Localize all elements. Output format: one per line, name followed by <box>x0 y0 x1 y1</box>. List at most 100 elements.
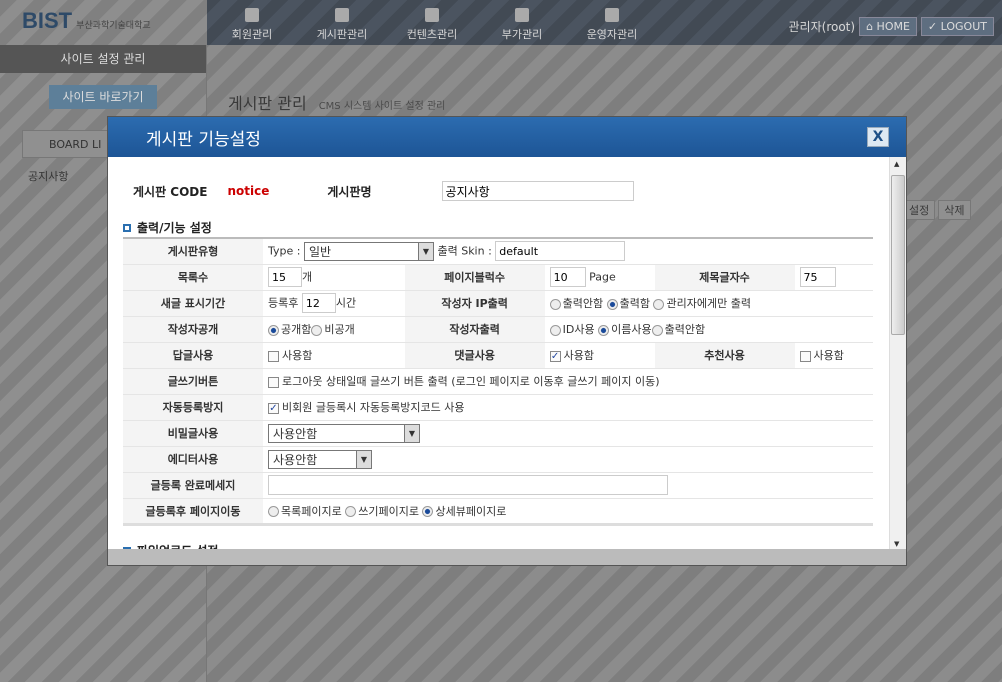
radio-label: 목록페이지로 <box>281 504 342 518</box>
editor-select[interactable]: 사용안함 ▼ <box>268 449 372 469</box>
checkbox-checked[interactable]: ✓ <box>549 350 561 362</box>
row-label: 댓글사용 <box>404 342 545 369</box>
modal-title: 게시판 기능설정 <box>146 130 261 150</box>
subject-length-input[interactable] <box>799 267 836 287</box>
row-label: 에디터사용 <box>123 446 263 473</box>
table-row: 글쓰기버튼 로그아웃 상태일때 글쓰기 버튼 출력 (로그인 페이지로 이동후 … <box>123 368 873 395</box>
code-value: notice <box>227 184 270 198</box>
unit: Page <box>589 270 616 284</box>
row-value: ✓ 사용함 <box>544 342 655 369</box>
chevron-down-icon: ▼ <box>417 243 433 261</box>
logout-label: LOGOUT <box>940 20 987 33</box>
secret-select[interactable]: 사용안함 ▼ <box>268 423 420 443</box>
board-list-item[interactable]: 공지사항 <box>28 168 68 184</box>
row-label: 페이지블럭수 <box>404 264 545 291</box>
user-name: 관리자(root) <box>788 20 856 34</box>
new-period-input[interactable] <box>301 293 336 313</box>
scrollbar[interactable]: ▲ ▼ <box>889 157 906 551</box>
select-value: 사용안함 <box>273 426 318 441</box>
logo-text: BIST <box>22 8 73 33</box>
chevron-down-icon: ▼ <box>404 424 419 442</box>
page-title-text: 게시판 관리 <box>228 94 307 113</box>
radio[interactable] <box>268 324 279 336</box>
row-label: 답글사용 <box>123 342 263 369</box>
radio[interactable] <box>311 324 323 336</box>
radio-label: 공개함 <box>281 323 312 336</box>
row-value: 사용함 <box>263 342 405 369</box>
table-row: 답글사용 사용함 댓글사용 ✓ 사용함 추천사용 사용함 <box>123 342 873 369</box>
row-actions: 설정 삭제 <box>903 200 971 220</box>
board-code-row: 게시판 CODE notice 게시판명 <box>133 181 634 201</box>
nav-label: 운영자관리 <box>586 28 638 41</box>
close-button[interactable]: X <box>867 127 889 147</box>
scroll-up-icon[interactable]: ▲ <box>894 160 899 168</box>
scroll-thumb[interactable] <box>891 175 905 335</box>
board-name-input[interactable] <box>441 181 634 201</box>
radio-label: 출력안함 <box>562 297 604 310</box>
select-value: 일반 <box>308 245 332 260</box>
delete-button[interactable]: 삭제 <box>938 200 971 220</box>
table-row: 새글 표시기간 등록후 시간 작성자 IP출력 출력안함 출력함 관리자에게만 … <box>123 290 873 317</box>
nav-label: 게시판관리 <box>316 28 368 41</box>
chart-icon <box>515 8 529 22</box>
admin-icon <box>605 8 619 22</box>
section-title: 출력/기능 설정 <box>137 221 212 235</box>
radio[interactable] <box>549 324 561 336</box>
radio[interactable] <box>598 324 610 336</box>
radio-label: 출력함 <box>619 297 650 310</box>
checkbox[interactable] <box>799 350 811 362</box>
member-icon <box>245 8 259 22</box>
radio[interactable] <box>268 506 279 517</box>
table-row: 게시판유형 Type : 일반 ▼ 출력 Skin : <box>123 238 873 265</box>
board-settings-modal: 게시판 기능설정 X 게시판 CODE notice 게시판명 출력/기능 설정 … <box>107 116 907 566</box>
row-label: 글등록 완료메세지 <box>123 472 263 499</box>
radio[interactable] <box>345 506 357 517</box>
checkbox[interactable] <box>268 376 279 388</box>
nav-extra[interactable]: 부가관리 <box>477 0 567 42</box>
type-prefix: Type : <box>268 244 301 258</box>
page-block-input[interactable] <box>549 267 586 287</box>
row-value: 목록페이지로 쓰기페이지로 상세뷰페이지로 <box>263 498 873 525</box>
nav-member[interactable]: 회원관리 <box>207 0 297 42</box>
logo[interactable]: BIST 부산과학기술대학교 <box>0 0 207 45</box>
row-value <box>263 472 873 499</box>
skin-input[interactable] <box>495 241 626 262</box>
scroll-down-icon[interactable]: ▼ <box>894 540 899 548</box>
top-header: BIST 부산과학기술대학교 회원관리 게시판관리 컨텐츠관리 부가관리 운영자관… <box>0 0 1002 45</box>
unit: 시간 <box>335 296 357 310</box>
nav-content[interactable]: 컨텐츠관리 <box>387 0 477 42</box>
chevron-down-icon: ▼ <box>356 450 371 468</box>
row-label: 게시판유형 <box>123 238 263 265</box>
nav-label: 부가관리 <box>501 28 543 41</box>
row-label: 목록수 <box>123 264 263 291</box>
nav-admin[interactable]: 운영자관리 <box>567 0 657 42</box>
radio[interactable] <box>549 298 561 310</box>
home-button[interactable]: ⌂ HOME <box>859 17 917 36</box>
checkbox-checked[interactable]: ✓ <box>268 402 279 414</box>
square-bullet-icon <box>123 223 131 232</box>
row-label: 작성자 IP출력 <box>404 290 545 317</box>
row-label: 작성자출력 <box>404 316 545 343</box>
done-message-input[interactable] <box>268 475 668 495</box>
site-shortcut-button[interactable]: 사이트 바로가기 <box>49 85 157 109</box>
radio[interactable] <box>606 298 618 310</box>
prefix: 등록후 <box>268 296 299 310</box>
name-label: 게시판명 <box>327 184 372 199</box>
table-row: 목록수 개 페이지블럭수 Page 제목글자수 <box>123 264 873 291</box>
type-select[interactable]: 일반 ▼ <box>303 242 434 262</box>
logout-button[interactable]: ✓ LOGOUT <box>920 17 994 36</box>
row-label: 새글 표시기간 <box>123 290 263 317</box>
checkbox-label: 비회원 글등록시 자동등록방지코드 사용 <box>282 401 465 414</box>
setting-button[interactable]: 설정 <box>903 200 936 220</box>
nav-board[interactable]: 게시판관리 <box>297 0 387 42</box>
list-count-input[interactable] <box>268 267 302 287</box>
row-value: Page <box>544 264 655 291</box>
checkbox[interactable] <box>268 350 279 362</box>
radio-label: 이름사용 <box>611 323 652 336</box>
radio[interactable] <box>422 506 434 517</box>
row-value: 사용안함 ▼ <box>263 420 873 447</box>
row-value: 사용안함 ▼ <box>263 446 873 473</box>
table-row: 에디터사용 사용안함 ▼ <box>123 446 873 473</box>
radio[interactable] <box>653 298 665 310</box>
radio[interactable] <box>651 324 663 336</box>
